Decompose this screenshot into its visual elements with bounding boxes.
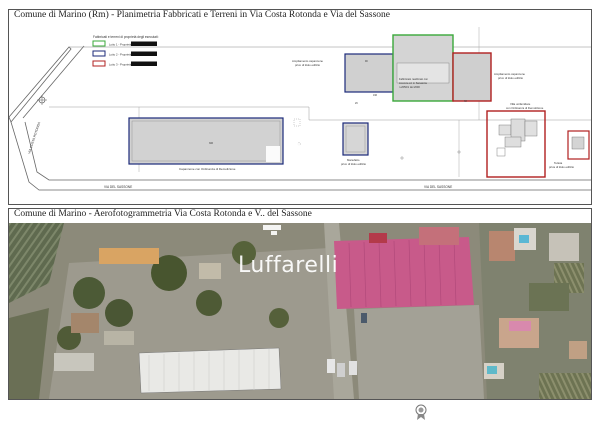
tettoia-annotation-2: priva di titolo edilizio xyxy=(549,165,574,169)
aerial-photo xyxy=(9,223,591,399)
villa-annotation-2: con Ordinanza di Demolizione xyxy=(506,106,544,110)
legend-heading: Fabbricati e terreni di proprietà degli … xyxy=(93,35,159,39)
ampliamento-right-building xyxy=(452,52,492,102)
watermark: Luffarelli xyxy=(238,253,339,278)
legend-label-lotto2: Lotto 2 - Proprietà xyxy=(109,53,132,57)
area-label-3: 26 xyxy=(355,102,358,105)
compass-icon xyxy=(37,95,47,105)
legend-swatch-lotto3 xyxy=(92,60,106,67)
building-orange-roof xyxy=(99,248,159,264)
capannone-annotation: Capannone con Ordinanza di Demolizione xyxy=(179,167,236,171)
road-label-costa-rotonda: VIA COSTA ROTONDA xyxy=(27,121,41,155)
aerial-title: Comune di Marino - Aerofotogrammetria Vi… xyxy=(14,209,312,219)
ampliamento-right-annotation-2: privo di titolo edilizio xyxy=(498,76,523,80)
seal-icon xyxy=(415,404,427,420)
industrial-roof-magenta xyxy=(334,237,474,309)
legend-swatch-lotto2 xyxy=(92,50,106,57)
manufatto-building xyxy=(342,122,369,156)
road-costa-rotonda-edge xyxy=(9,46,72,123)
legend-label-lotto3: Lotto 3 - Proprietà xyxy=(109,63,132,67)
legend-redaction-3 xyxy=(131,61,157,66)
ampliamento-left-building xyxy=(344,53,394,93)
plan-watermark-marks xyxy=(266,143,300,162)
road-label-sassone-right: VIA DEL SASSONE xyxy=(424,185,452,189)
capannone-lotto2 xyxy=(128,117,284,165)
fabbricato-annotation-3: n.2056/1 del 2000 xyxy=(399,85,420,89)
document-sheet: Comune di Marino (Rm) - Planimetria Fabb… xyxy=(0,0,600,423)
capannone-area-label: 306 xyxy=(209,142,214,145)
area-label-2: 196 xyxy=(373,94,378,97)
legend: Fabbricati e terreni di proprietà degli … xyxy=(92,35,159,67)
warehouse-white-roof xyxy=(138,347,282,394)
ampliamento-left-annotation-2: privo di titolo edilizio xyxy=(295,63,320,67)
fabbricato-annotation-2: Licenza ed. in Sanatoria xyxy=(399,81,427,85)
road-label-sassone-left: VIA DEL SASSONE xyxy=(104,185,132,189)
legend-label-lotto1: Lotto 1 - Proprietà xyxy=(109,43,132,47)
legend-redaction-2 xyxy=(131,51,157,56)
plan-title: Comune di Marino (Rm) - Planimetria Fabb… xyxy=(14,10,391,20)
pool-2 xyxy=(487,366,497,374)
legend-swatch-lotto1 xyxy=(92,40,106,47)
legend-redaction-1 xyxy=(131,41,157,46)
pool-1 xyxy=(519,235,529,243)
site-plan-drawing: VIA COSTA ROTONDA VIA DEL SASSONE VIA DE… xyxy=(9,27,591,191)
fabbricato-annotation-1: Fabbricato realizzato con xyxy=(399,77,429,81)
manufatto-annotation-2: privo di titolo edilizio xyxy=(341,162,366,166)
